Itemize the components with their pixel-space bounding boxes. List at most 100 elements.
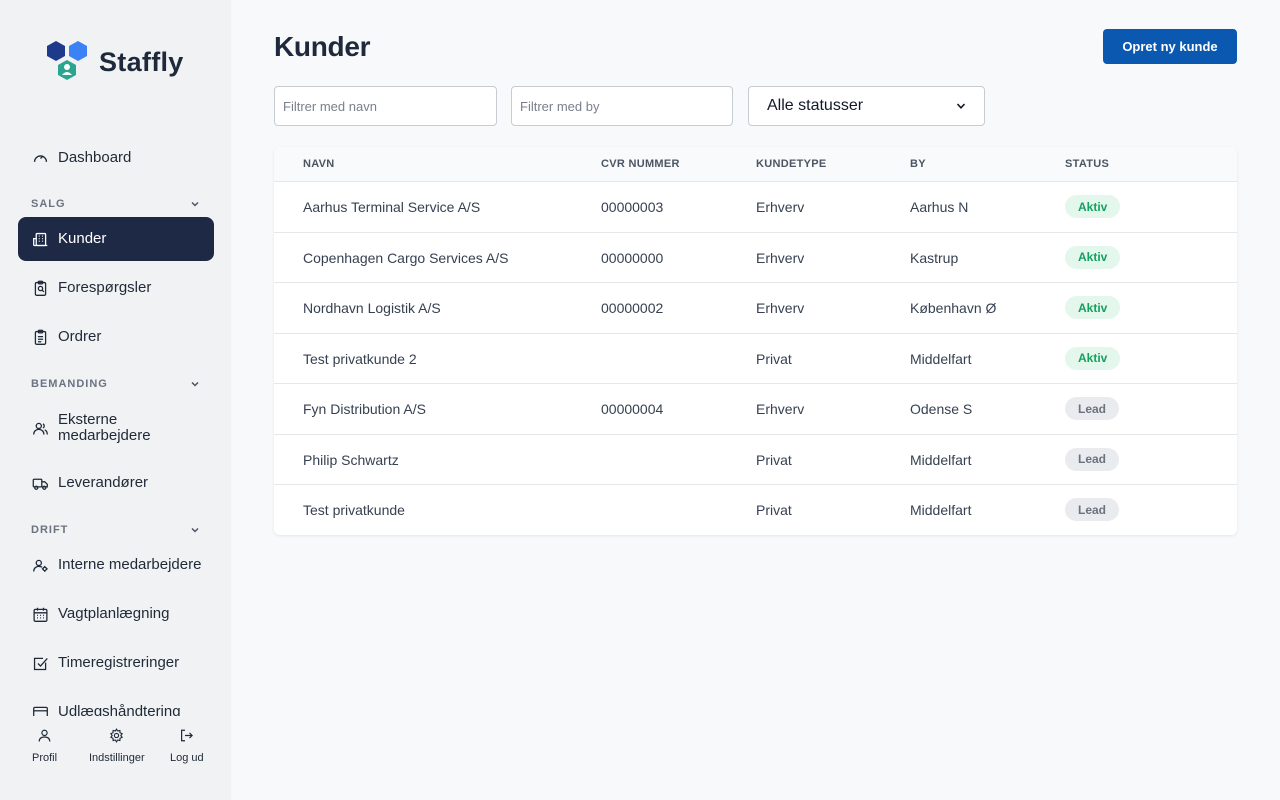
sidebar-item-kunder[interactable]: Kunder xyxy=(18,217,214,261)
customers-table: NAVN CVR NUMMER KUNDETYPE BY STATUS Aarh… xyxy=(274,147,1237,535)
status-badge: Aktiv xyxy=(1065,346,1121,370)
cell-by: Middelfart xyxy=(910,350,972,367)
cell-kundetype: Erhverv xyxy=(756,249,805,266)
sidebar-item-eksterne-medarbejdere[interactable]: Eksterne medarbejdere xyxy=(18,404,214,452)
cell-navn: Test privatkunde xyxy=(303,502,405,518)
logout-icon xyxy=(181,729,194,742)
cell-cvr: 00000000 xyxy=(601,249,664,266)
cell-by: Odense S xyxy=(910,401,973,417)
chevron-down-icon xyxy=(956,103,966,109)
section-label: SALG xyxy=(31,198,66,210)
gear-icon xyxy=(110,728,124,743)
cell-navn: Fyn Distribution A/S xyxy=(303,401,426,417)
sidebar-item-label: Interne medarbejdere xyxy=(58,556,202,573)
chevron-down-icon xyxy=(191,527,199,533)
table-row[interactable]: Test privatkunde Privat Middelfart Lead xyxy=(274,485,1237,535)
status-badge: Aktiv xyxy=(1065,296,1121,319)
clipboard-search-icon xyxy=(32,280,49,297)
clipboard-list-icon xyxy=(32,329,49,346)
label-line: medarbejdere xyxy=(58,427,151,444)
settings-button[interactable]: Indstillinger xyxy=(89,728,145,764)
table-row[interactable]: Test privatkunde 2 Privat Middelfart Aktiv xyxy=(274,334,1237,384)
sidebar-nav[interactable]: Dashboard SALG Kunder Forespørgsler Ordr… xyxy=(0,132,231,716)
cell-by: Aarhus N xyxy=(910,199,969,215)
credit-card-icon xyxy=(32,704,49,716)
cell-kundetype: Erhverv xyxy=(756,300,805,316)
checkbox-icon xyxy=(32,655,49,672)
sidebar-item-udlaegshaandtering[interactable]: Udlægshåndtering xyxy=(18,690,214,716)
cell-cvr: 00000003 xyxy=(601,199,664,215)
gauge-icon xyxy=(32,150,49,167)
building-icon xyxy=(32,231,49,248)
cell-navn: Copenhagen Cargo Services A/S xyxy=(303,249,509,266)
table-row[interactable]: Philip Schwartz Privat Middelfart Lead xyxy=(274,435,1237,485)
status-badge: Lead xyxy=(1065,397,1120,420)
settings-label: Indstillinger xyxy=(89,752,145,764)
name-filter-input[interactable] xyxy=(274,86,497,126)
sidebar-item-label: Dashboard xyxy=(58,149,132,166)
sidebar-item-label: Timeregistreringer xyxy=(58,654,180,671)
cell-navn: Nordhavn Logistik A/S xyxy=(303,300,441,316)
column-header-cvr[interactable]: CVR NUMMER xyxy=(601,158,680,170)
chevron-down-icon xyxy=(191,381,199,387)
section-salg[interactable]: SALG xyxy=(31,197,201,211)
cell-by: København Ø xyxy=(910,300,997,316)
sidebar-item-dashboard[interactable]: Dashboard xyxy=(18,136,214,180)
sidebar-item-label: Forespørgsler xyxy=(58,279,152,296)
logo[interactable]: Staffly xyxy=(45,40,184,84)
cell-cvr: 00000002 xyxy=(601,300,664,316)
sidebar-item-interne-medarbejdere[interactable]: Interne medarbejdere xyxy=(18,543,214,587)
sidebar-item-forespoergsler[interactable]: Forespørgsler xyxy=(18,266,214,310)
logout-button[interactable]: Log ud xyxy=(170,728,204,764)
table-row[interactable]: Aarhus Terminal Service A/S 00000003 Erhve… xyxy=(274,182,1237,233)
table-row[interactable]: Nordhavn Logistik A/S 00000002 Erhverv Købe… xyxy=(274,283,1237,334)
sidebar-item-vagtplanlaegning[interactable]: Vagtplanlægning xyxy=(18,592,214,636)
user-cog-icon xyxy=(32,557,49,574)
section-drift[interactable]: DRIFT xyxy=(31,523,201,537)
column-header-kundetype[interactable]: KUNDETYPE xyxy=(756,158,827,170)
profile-button[interactable]: Profil xyxy=(32,728,57,764)
sidebar-item-ordrer[interactable]: Ordrer xyxy=(18,315,214,359)
cell-by: Middelfart xyxy=(910,502,972,518)
section-bemanding[interactable]: BEMANDING xyxy=(31,377,201,391)
sidebar-item-leverandoerer[interactable]: Leverandører xyxy=(18,461,214,505)
create-customer-button[interactable]: Opret ny kunde xyxy=(1103,29,1237,64)
cell-kundetype: Erhverv xyxy=(756,199,805,215)
city-filter-input[interactable] xyxy=(511,86,733,126)
table-header: NAVN CVR NUMMER KUNDETYPE BY STATUS xyxy=(274,147,1237,182)
sidebar-item-label: Ordrer xyxy=(58,328,102,345)
cell-navn: Philip Schwartz xyxy=(303,451,399,468)
chevron-down-icon xyxy=(191,201,199,207)
sidebar: Staffly Dashboard SALG Kunder Forespørgs… xyxy=(0,0,231,800)
cell-kundetype: Privat xyxy=(756,502,792,518)
table-row[interactable]: Fyn Distribution A/S 00000004 Erhverv Odens… xyxy=(274,384,1237,435)
sidebar-item-label: Eksterne medarbejdere xyxy=(58,412,151,444)
column-header-navn[interactable]: NAVN xyxy=(303,158,335,170)
user-icon xyxy=(38,729,51,742)
sidebar-item-timeregistreringer[interactable]: Timeregistreringer xyxy=(18,641,214,685)
sidebar-footer: Profil Indstillinger Log ud xyxy=(0,716,231,800)
calendar-icon xyxy=(32,606,49,623)
truck-icon xyxy=(32,475,49,492)
status-badge: Lead xyxy=(1065,447,1120,471)
status-filter-select[interactable]: Alle statusser xyxy=(748,86,985,126)
logout-label: Log ud xyxy=(170,752,204,764)
cell-kundetype: Privat xyxy=(756,451,792,468)
cell-navn: Test privatkunde 2 xyxy=(303,350,417,367)
cell-kundetype: Privat xyxy=(756,350,792,367)
cell-by: Middelfart xyxy=(910,451,972,468)
section-label: DRIFT xyxy=(31,524,69,536)
cell-by: Kastrup xyxy=(910,249,959,266)
app-name: Staffly xyxy=(99,46,184,77)
cell-kundetype: Erhverv xyxy=(756,401,805,417)
column-header-by[interactable]: BY xyxy=(910,158,926,170)
cell-cvr: 00000004 xyxy=(601,401,664,417)
sidebar-item-label: Leverandører xyxy=(58,474,149,491)
cell-navn: Aarhus Terminal Service A/S xyxy=(303,199,481,215)
sidebar-item-label: Udlægshåndtering xyxy=(58,703,181,717)
column-header-status[interactable]: STATUS xyxy=(1065,158,1109,170)
table-row[interactable]: Copenhagen Cargo Services A/S 00000000 Erh… xyxy=(274,233,1237,283)
status-badge: Aktiv xyxy=(1065,195,1121,218)
users-icon xyxy=(32,420,49,437)
status-badge: Lead xyxy=(1065,498,1120,521)
